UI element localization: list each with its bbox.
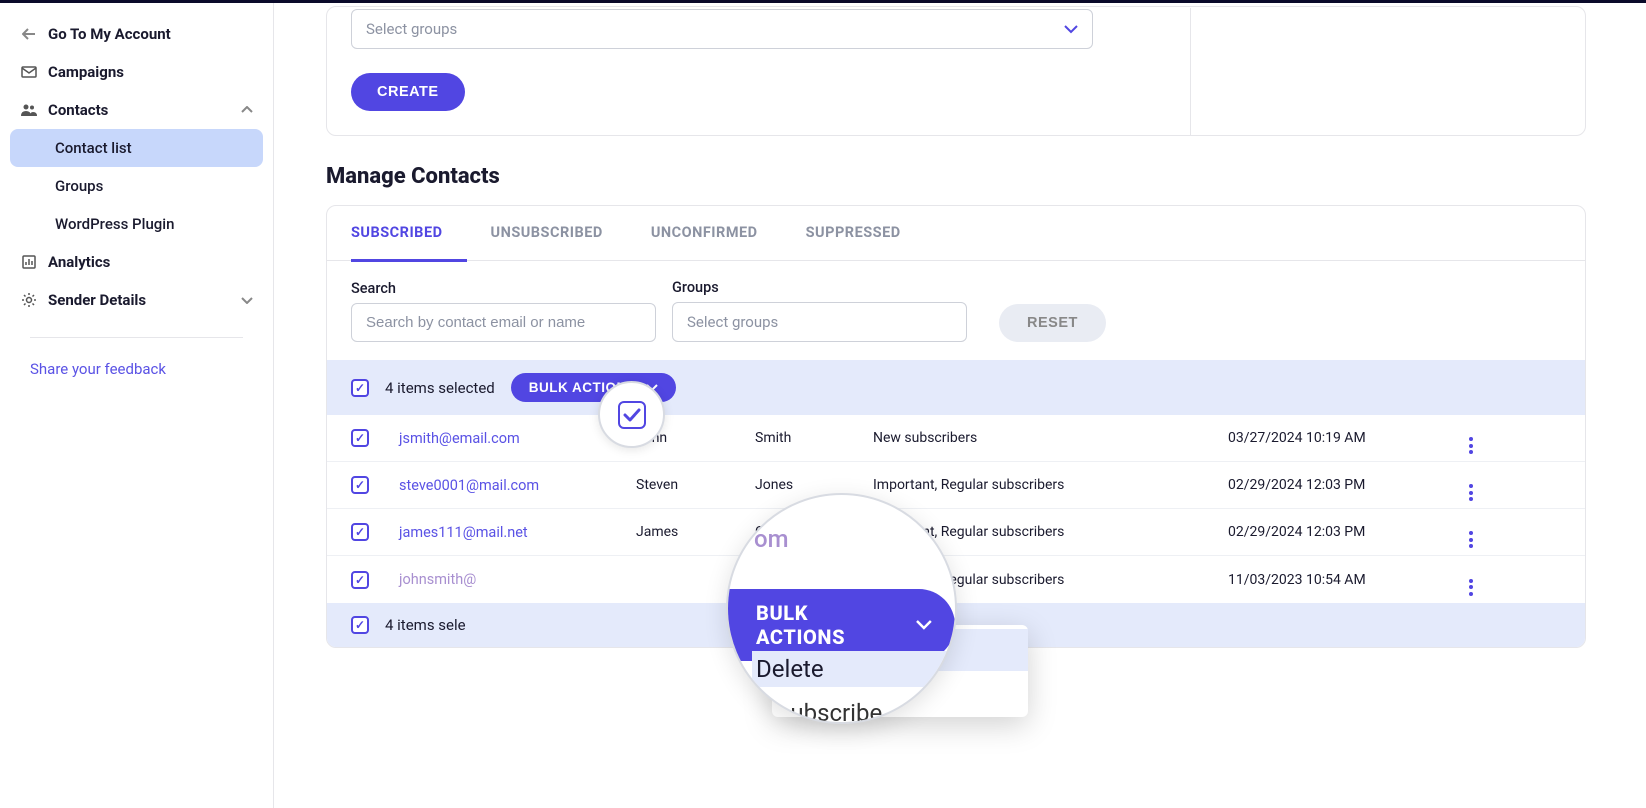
- row-checkbox[interactable]: ✓: [351, 571, 369, 589]
- table-row: ✓ steve0001@mail.com StevenJonesImportant,…: [327, 462, 1585, 509]
- nav-label: Campaigns: [48, 63, 124, 81]
- nav-contacts[interactable]: Contacts: [10, 91, 263, 129]
- nav-go-to-account[interactable]: Go To My Account: [10, 15, 263, 53]
- people-icon: [20, 101, 38, 119]
- chevron-down-icon: [1064, 25, 1078, 34]
- contact-email[interactable]: jsmith@email.com: [399, 430, 520, 447]
- magnifier-overlay: om BULK ACTIONS Delete subscribe: [726, 493, 957, 724]
- placeholder-text: Select groups: [687, 313, 778, 331]
- groups-label: Groups: [672, 279, 967, 296]
- more-icon[interactable]: [1469, 531, 1473, 548]
- search-input[interactable]: [351, 303, 656, 342]
- nav-contact-list[interactable]: Contact list: [10, 129, 263, 167]
- more-icon[interactable]: [1469, 437, 1473, 454]
- feedback-link[interactable]: Share your feedback: [30, 337, 243, 378]
- chevron-up-icon: [241, 106, 253, 114]
- main-content: Select groups CREATE Manage Contacts SUB…: [274, 3, 1646, 808]
- row-checkbox[interactable]: ✓: [351, 523, 369, 541]
- tabs: SUBSCRIBED UNSUBSCRIBED UNCONFIRMED SUPP…: [327, 206, 1585, 261]
- chart-icon: [20, 253, 38, 271]
- groups-select-top[interactable]: Select groups: [351, 9, 1093, 49]
- nav-sender-details[interactable]: Sender Details: [10, 281, 263, 319]
- first-name: Steven: [636, 477, 755, 493]
- tab-unsubscribed[interactable]: UNSUBSCRIBED: [491, 206, 627, 260]
- date-cell: 11/03/2023 10:54 AM: [1228, 572, 1456, 588]
- reset-button[interactable]: RESET: [999, 304, 1106, 342]
- last-name: Smith: [755, 430, 873, 446]
- card-right-panel: [1190, 8, 1585, 135]
- manage-heading: Manage Contacts: [326, 164, 1586, 189]
- gear-icon: [20, 291, 38, 309]
- tab-subscribed[interactable]: SUBSCRIBED: [351, 206, 467, 262]
- date-cell: 02/29/2024 12:03 PM: [1228, 524, 1456, 540]
- more-icon[interactable]: [1469, 579, 1473, 596]
- check-icon: [623, 408, 641, 422]
- more-icon[interactable]: [1469, 484, 1473, 501]
- sidebar: Go To My Account Campaigns Contacts Cont…: [0, 3, 274, 808]
- date-cell: 02/29/2024 12:03 PM: [1228, 477, 1456, 493]
- magnified-delete: Delete: [752, 651, 957, 687]
- date-cell: 03/27/2024 10:19 AM: [1228, 430, 1456, 446]
- selection-bar-top: ✓ 4 items selected BULK ACTIONS: [327, 360, 1585, 415]
- create-card: Select groups CREATE: [326, 6, 1586, 136]
- last-name: Jones: [755, 477, 873, 493]
- nav-groups[interactable]: Groups: [10, 167, 263, 205]
- row-checkbox[interactable]: ✓: [351, 429, 369, 447]
- nav-label: Go To My Account: [48, 25, 171, 43]
- nav-label: Sender Details: [48, 291, 146, 309]
- tab-unconfirmed[interactable]: UNCONFIRMED: [651, 206, 782, 260]
- create-button[interactable]: CREATE: [351, 73, 465, 111]
- mini-magnifier-checkbox: [598, 381, 665, 448]
- nav-campaigns[interactable]: Campaigns: [10, 53, 263, 91]
- tab-suppressed[interactable]: SUPPRESSED: [806, 206, 925, 260]
- chevron-down-icon: [241, 296, 253, 304]
- table-row: ✓james111@mail.netJamesClarkeImportant, …: [327, 509, 1585, 556]
- groups-cell: New subscribers: [873, 430, 1228, 446]
- nav-label: Analytics: [48, 253, 110, 271]
- magnified-subscribe: subscribe: [778, 699, 882, 724]
- mail-icon: [20, 63, 38, 81]
- contact-email[interactable]: johnsmith@: [399, 571, 476, 588]
- nav-label: Contacts: [48, 101, 108, 119]
- nav-wp-plugin[interactable]: WordPress Plugin: [10, 205, 263, 243]
- selected-count: 4 items sele: [385, 616, 466, 634]
- nav-analytics[interactable]: Analytics: [10, 243, 263, 281]
- chevron-down-icon: [915, 619, 933, 631]
- contact-email[interactable]: steve0001@mail.com: [399, 477, 539, 494]
- contact-email[interactable]: james111@mail.net: [399, 524, 528, 541]
- magnified-checkbox: [618, 401, 646, 429]
- manage-card: SUBSCRIBED UNSUBSCRIBED UNCONFIRMED SUPP…: [326, 205, 1586, 648]
- select-all-checkbox[interactable]: ✓: [351, 379, 369, 397]
- search-label: Search: [351, 280, 656, 297]
- groups-cell: Important, Regular subscribers: [873, 477, 1228, 493]
- groups-select[interactable]: Select groups: [672, 302, 967, 342]
- selected-count: 4 items selected: [385, 379, 495, 397]
- magnified-email-fragment: om: [754, 525, 789, 553]
- select-all-checkbox-bottom[interactable]: ✓: [351, 616, 369, 634]
- placeholder-text: Select groups: [366, 20, 457, 38]
- row-checkbox[interactable]: ✓: [351, 476, 369, 494]
- arrow-left-icon: [20, 25, 38, 43]
- table-row: ✓jsmith@email.comJohnSmithNew subscriber…: [327, 415, 1585, 462]
